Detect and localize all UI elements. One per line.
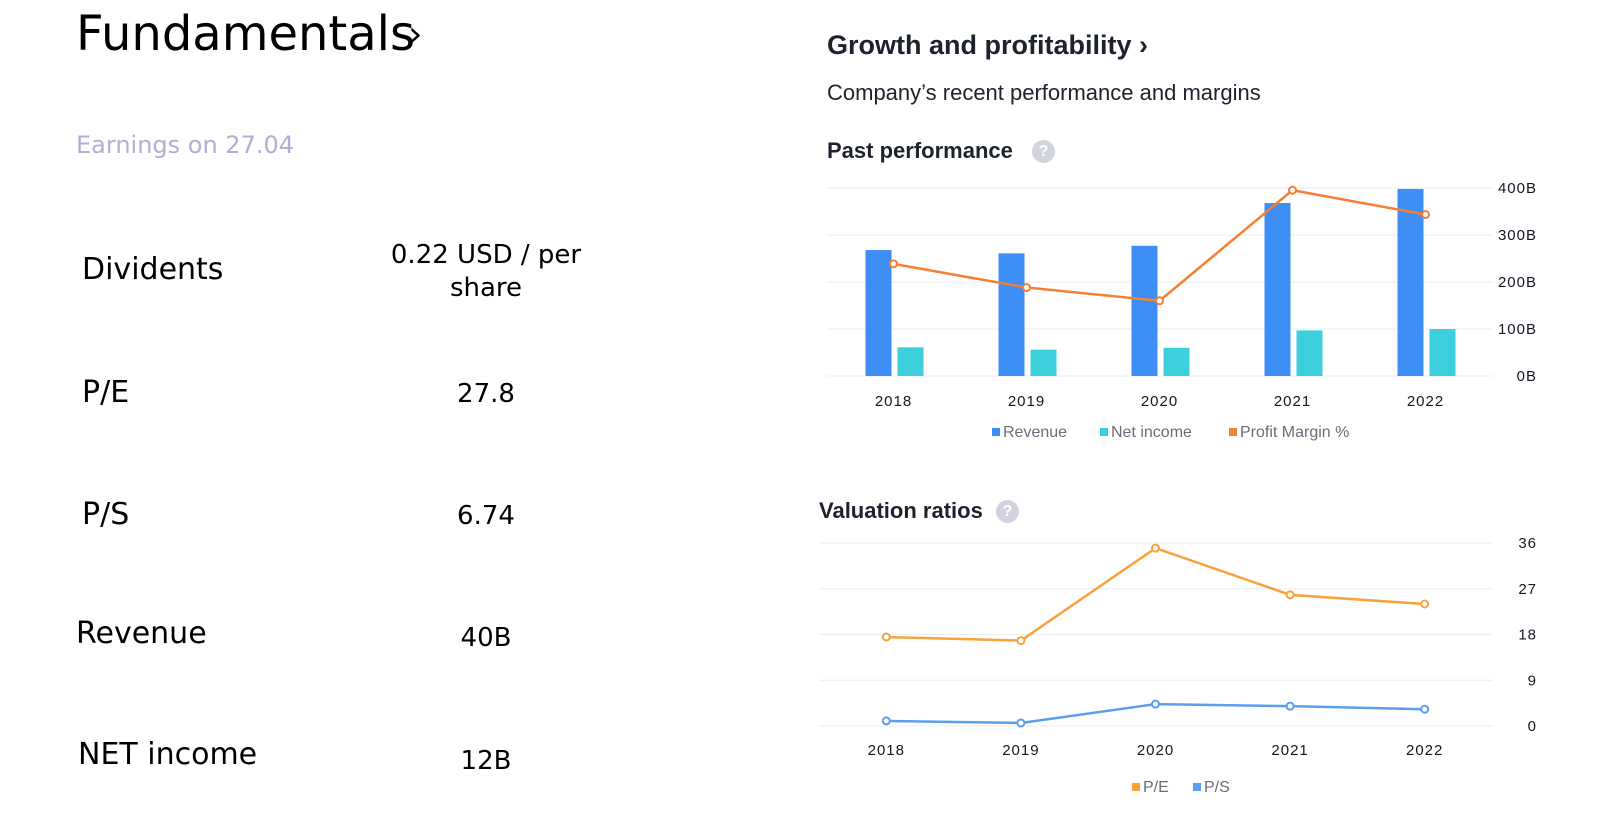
legend-swatch — [992, 428, 1000, 436]
y-tick-label: 9 — [1528, 672, 1537, 689]
x-tick-label: 2020 — [1137, 742, 1174, 759]
pe-line — [886, 546, 1425, 642]
legend-swatch — [1132, 783, 1140, 791]
y-tick-label: 36 — [1518, 535, 1537, 552]
revenue-bar — [998, 253, 1025, 376]
ps-point — [1151, 699, 1160, 709]
ps-point — [881, 716, 891, 726]
legend-swatch — [1193, 783, 1201, 791]
legend-label: Profit Margin % — [1240, 424, 1349, 441]
x-tick-label: 2020 — [1141, 393, 1178, 410]
x-tick-label: 2018 — [868, 742, 905, 759]
y-tick-label: 18 — [1518, 627, 1537, 644]
profit-margin-point — [889, 259, 898, 269]
x-tick-label: 2021 — [1271, 742, 1308, 759]
y-tick-label: 400B — [1498, 180, 1537, 197]
legend-label: Net income — [1111, 424, 1192, 441]
net-income-bar — [1163, 347, 1190, 376]
revenue-bar — [1397, 188, 1424, 376]
net-income-bar — [897, 347, 924, 376]
y-tick-label: 100B — [1498, 321, 1537, 338]
x-tick-label: 2019 — [1008, 393, 1045, 410]
legend-label: Revenue — [1003, 424, 1067, 441]
y-tick-label: 0 — [1528, 718, 1537, 735]
ps-point — [1285, 701, 1295, 711]
x-tick-label: 2019 — [1002, 742, 1039, 759]
y-tick-label: 27 — [1518, 581, 1537, 598]
ps-point — [1420, 704, 1430, 714]
pe-point — [1420, 599, 1430, 609]
legend-label: P/S — [1204, 779, 1230, 796]
x-tick-label: 2022 — [1407, 393, 1444, 410]
x-tick-label: 2018 — [875, 393, 912, 410]
pe-point — [881, 632, 891, 642]
profit-margin-point — [1288, 185, 1297, 195]
revenue-bar — [1264, 203, 1291, 376]
net-income-bar — [1429, 329, 1456, 376]
pe-point — [1016, 636, 1026, 646]
revenue-bar — [1131, 245, 1158, 376]
y-tick-label: 200B — [1498, 274, 1537, 291]
revenue-bar — [865, 250, 892, 376]
profit-margin-point — [1155, 296, 1164, 306]
x-tick-label: 2022 — [1406, 742, 1443, 759]
y-tick-label: 0B — [1517, 368, 1537, 385]
profit-margin-point — [1421, 210, 1430, 220]
net-income-bar — [1030, 349, 1057, 376]
net-income-bar — [1296, 330, 1323, 376]
profit-margin-point — [1022, 283, 1031, 293]
x-tick-label: 2021 — [1274, 393, 1311, 410]
pe-point — [1285, 590, 1295, 600]
legend-label: P/E — [1143, 779, 1169, 796]
profit-margin-line — [893, 188, 1426, 303]
legend-swatch — [1100, 428, 1108, 436]
pe-point — [1151, 543, 1160, 553]
y-tick-label: 300B — [1498, 227, 1537, 244]
past-performance-chart: 0B 100B 200B 300B 400B 2018 2019 2020 2021 2022 Re… — [819, 180, 1537, 796]
ps-point — [1016, 718, 1026, 728]
legend-swatch — [1229, 428, 1237, 436]
